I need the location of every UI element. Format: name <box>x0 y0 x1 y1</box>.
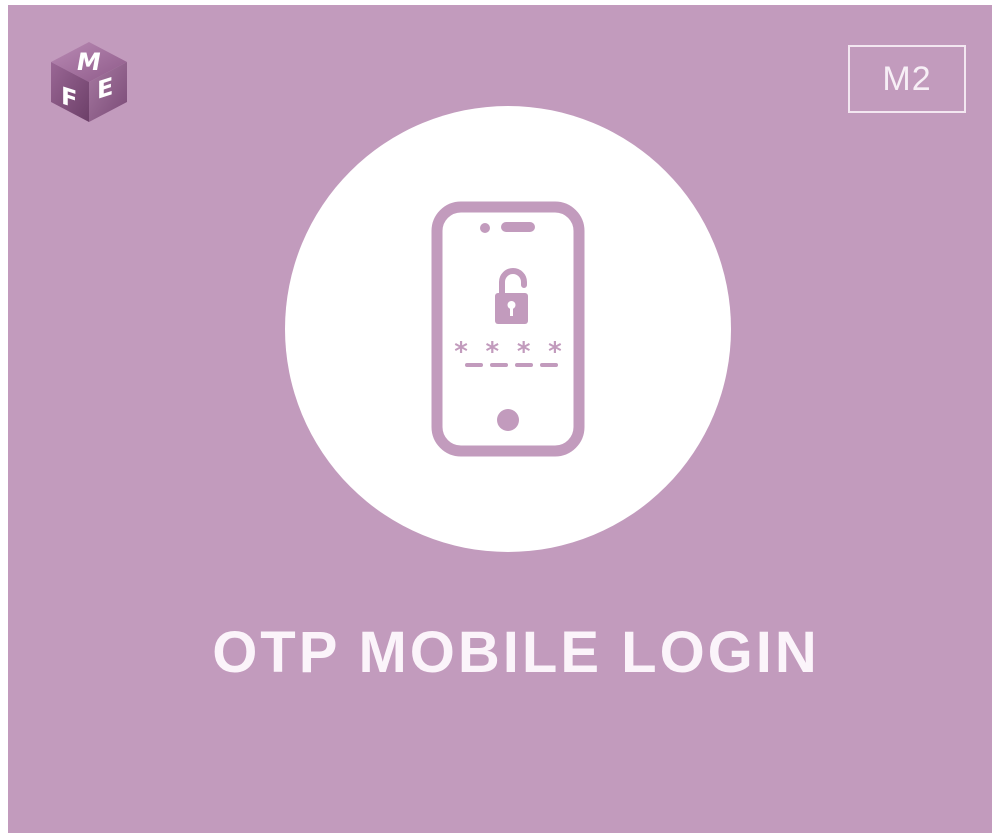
padlock-icon <box>495 268 528 324</box>
home-button-icon <box>497 409 519 431</box>
pin-mask: * * * * <box>453 337 563 367</box>
smartphone-lock-icon: * * * * <box>431 201 585 457</box>
logo-letter-e: E <box>97 71 113 105</box>
speaker-slot-icon <box>501 222 535 232</box>
product-title: OTP MOBILE LOGIN <box>212 620 820 685</box>
m2-badge: M2 <box>848 45 966 113</box>
logo-letter-m: M <box>74 48 103 76</box>
fme-logo: F M E <box>51 42 127 122</box>
logo-letter-f: F <box>61 81 77 115</box>
product-banner: F M E M2 * * * * OTP MOBILE LOGIN <box>8 5 992 833</box>
camera-dot-icon <box>480 223 490 233</box>
